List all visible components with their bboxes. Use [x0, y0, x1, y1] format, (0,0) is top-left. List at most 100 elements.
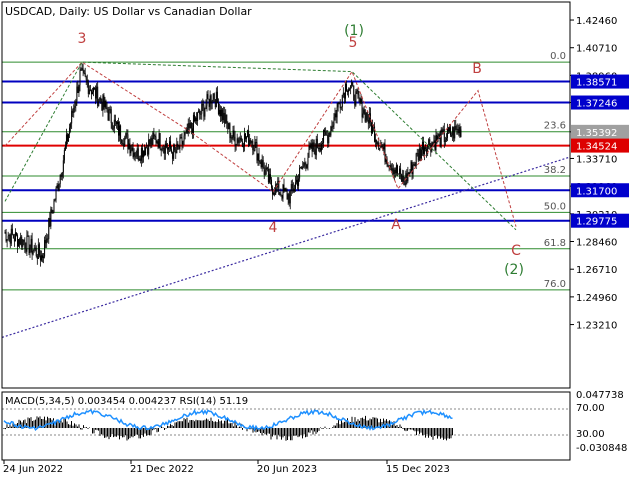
candle-body: [369, 113, 371, 123]
candle-body: [40, 255, 42, 261]
candle-body: [240, 137, 242, 142]
candle-body: [190, 122, 192, 129]
candle-body: [181, 137, 183, 145]
candle-body: [222, 109, 224, 121]
candle-body: [24, 241, 26, 249]
candle-body: [15, 232, 17, 236]
candle-body: [9, 235, 11, 244]
candle-body: [47, 238, 49, 240]
y-tick-label: 1.40710: [576, 44, 617, 55]
candle-body: [192, 114, 194, 134]
candle-body: [421, 141, 423, 150]
candle-body: [51, 209, 53, 213]
candle-body: [283, 184, 285, 192]
candle-body: [358, 94, 360, 99]
candle-body: [6, 239, 8, 242]
x-tick-label: 24 Jun 2022: [3, 464, 63, 475]
candle-body: [289, 191, 291, 204]
candle-body: [316, 138, 318, 149]
candle-body: [252, 140, 254, 151]
candle-body: [443, 129, 445, 143]
candle-body: [353, 85, 355, 101]
candle-body: [460, 129, 462, 137]
candle-body: [288, 194, 290, 204]
candle-body: [224, 112, 226, 124]
candle-body: [91, 92, 93, 95]
candle-body: [106, 108, 108, 113]
candle-body: [118, 121, 119, 136]
candle-body: [89, 89, 91, 91]
candle-body: [164, 143, 166, 154]
candle-body: [414, 164, 416, 166]
candle-body: [399, 168, 401, 175]
candle-body: [140, 148, 142, 161]
candle-body: [65, 134, 67, 146]
candle-body: [100, 97, 102, 103]
symbol-header: USDCAD, Daily: US Dollar vs Canadian Dol…: [5, 5, 252, 18]
candle-body: [308, 145, 310, 158]
candle-body: [197, 112, 199, 122]
candle-body: [394, 169, 396, 174]
chart-canvas[interactable]: 0.023.638.250.061.876.0 345(1)ABC(2) 1.4…: [0, 0, 640, 480]
candle-body: [338, 103, 340, 105]
candle-body: [66, 134, 68, 142]
candle-body: [208, 98, 210, 107]
candle-body: [264, 169, 266, 175]
candle-body: [262, 160, 264, 168]
x-tick-label: 20 Jun 2023: [257, 464, 317, 475]
candle-body: [56, 185, 58, 188]
candle-body: [305, 164, 307, 168]
candle-body: [170, 141, 172, 150]
candle-body: [306, 164, 308, 168]
candle-body: [175, 150, 177, 154]
candle-body: [290, 184, 292, 192]
candle-body: [157, 141, 159, 148]
candle-body: [78, 85, 80, 94]
candle-body: [345, 83, 347, 91]
trend-line[interactable]: [1, 156, 571, 338]
candle-body: [215, 91, 217, 108]
candle-body: [33, 249, 35, 251]
price-label: 1.34524: [576, 142, 617, 153]
candle-body: [228, 123, 230, 130]
candle-body: [146, 147, 148, 149]
candle-body: [232, 130, 234, 139]
candle-body: [45, 240, 47, 244]
candle-body: [172, 152, 174, 159]
candle-body: [22, 239, 24, 247]
candle-body: [254, 142, 256, 151]
candle-body: [419, 148, 421, 159]
candle-body: [90, 90, 92, 95]
candle-body: [21, 236, 23, 247]
candle-body: [425, 147, 427, 149]
candle-body: [177, 143, 179, 147]
candle-body: [351, 82, 353, 86]
candle-body: [158, 133, 160, 148]
candle-body: [160, 149, 162, 151]
candle-body: [182, 141, 184, 145]
y-tick-label: 1.26710: [576, 265, 617, 276]
candle-body: [429, 139, 431, 147]
candle-body: [334, 113, 336, 118]
candle-body: [396, 165, 398, 174]
candle-body: [13, 238, 15, 242]
candle-body: [203, 105, 205, 117]
candle-body: [330, 126, 332, 136]
candle-body: [432, 142, 434, 144]
candle-body: [173, 144, 175, 159]
candle-body: [70, 123, 72, 128]
candle-body: [200, 113, 202, 115]
candle-body: [371, 124, 373, 133]
candle-body: [169, 141, 171, 148]
candle-body: [204, 109, 206, 117]
candle-body: [17, 235, 19, 247]
candle-body: [14, 232, 16, 242]
candle-body: [227, 122, 229, 130]
candle-body: [335, 113, 337, 118]
wave-red-path: [4, 61, 517, 227]
candle-body: [72, 110, 74, 113]
candle-body: [116, 121, 118, 125]
candle-body: [361, 98, 363, 118]
candle-body: [189, 122, 191, 129]
candle-body: [256, 142, 258, 161]
